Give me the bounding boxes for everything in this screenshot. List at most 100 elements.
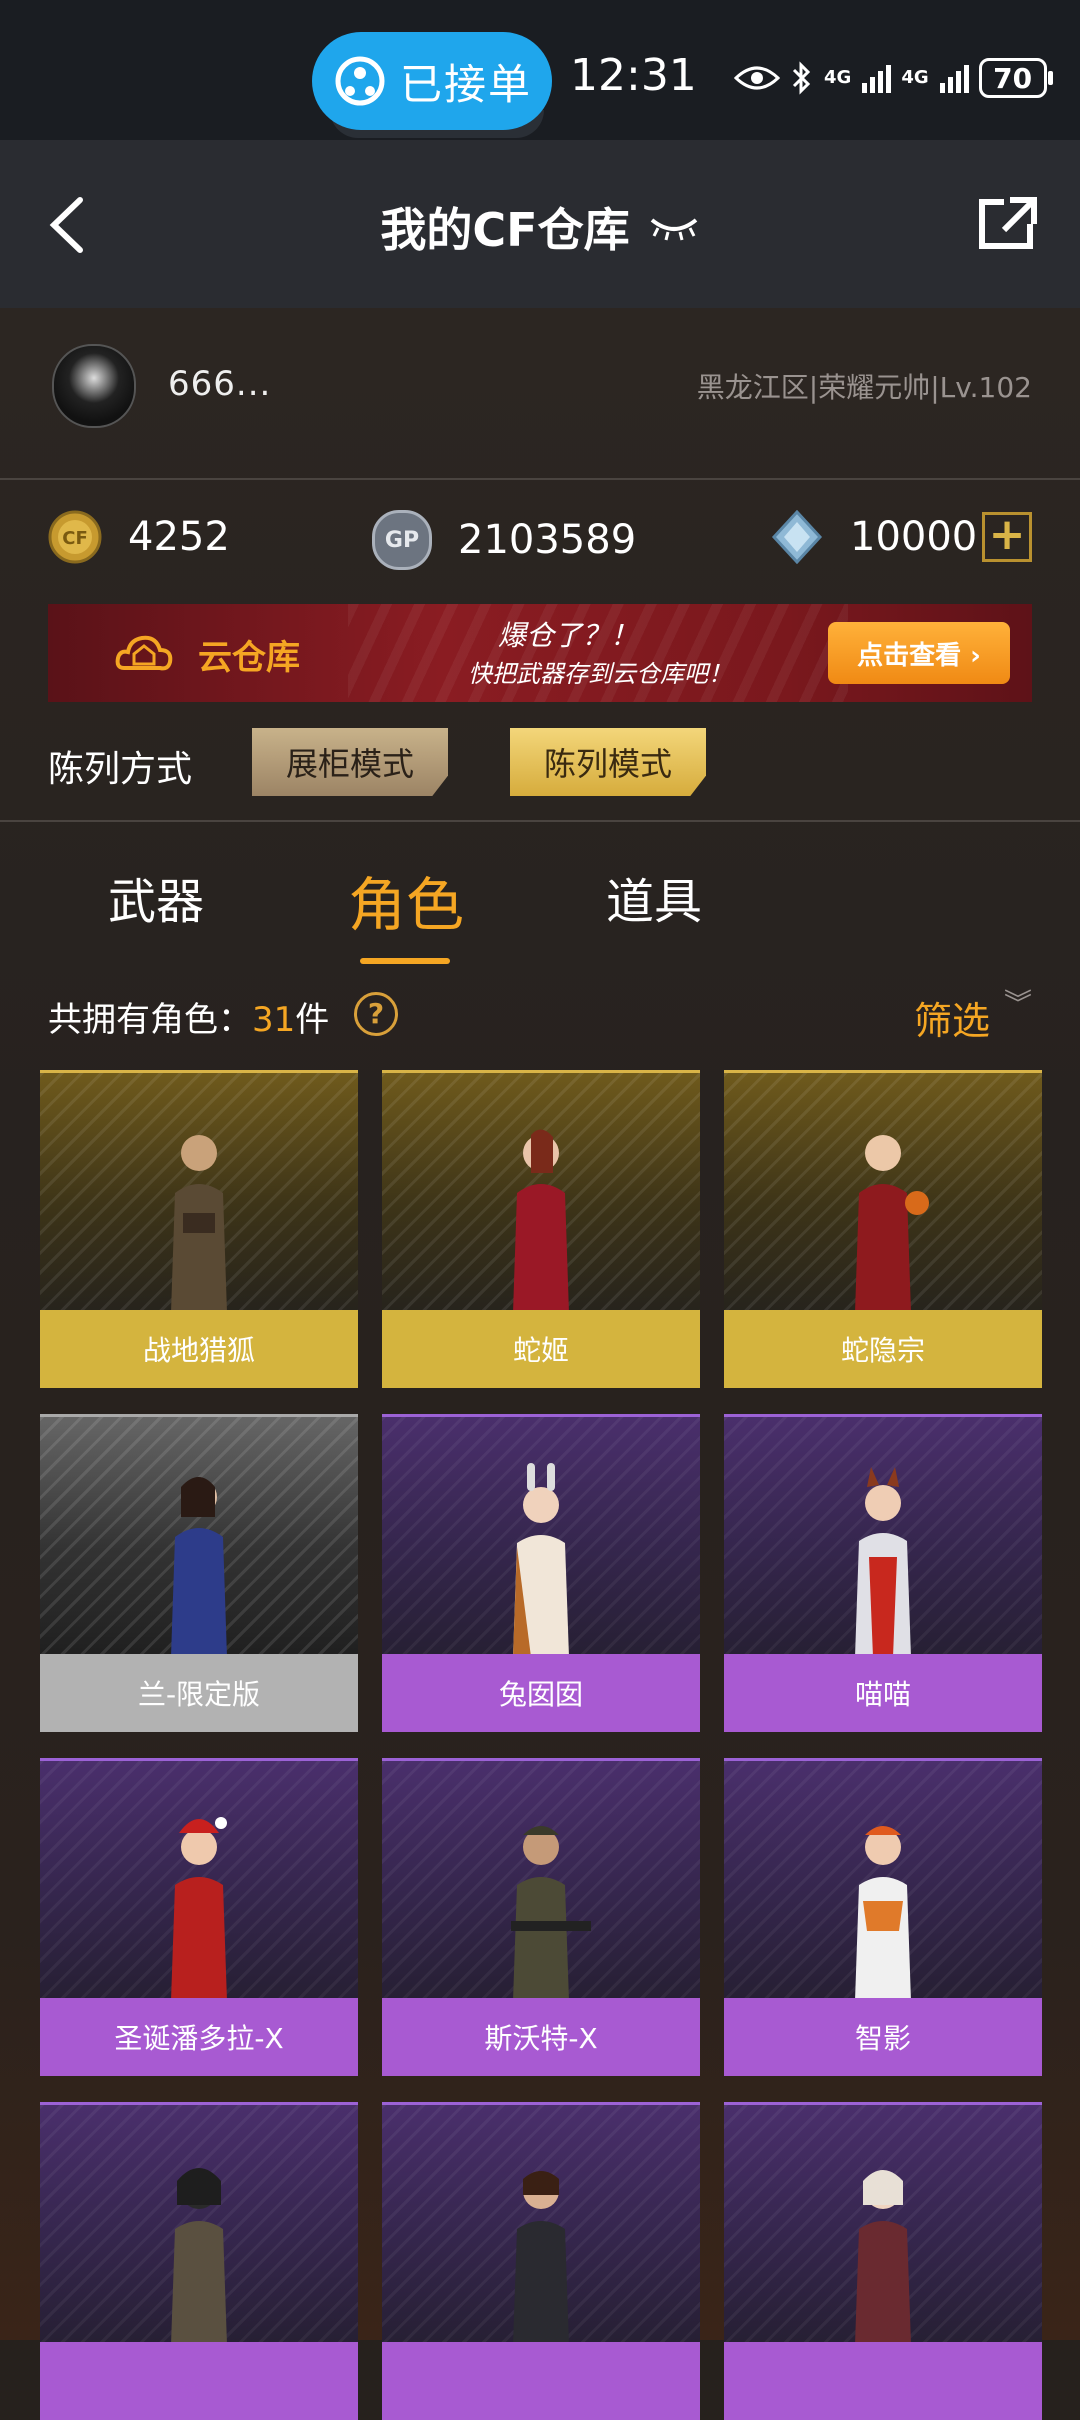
active-tab-indicator — [360, 958, 450, 964]
character-figure — [513, 1129, 569, 1313]
currency-row: CF 4252 GP 2103589 10000 + — [0, 480, 1080, 600]
status-bar: 已接单 12:31 4G 4G 70 — [0, 0, 1080, 140]
character-image — [382, 1070, 700, 1313]
cloud-storage-banner[interactable]: 云仓库 爆仓了？！ 快把武器存到云仓库吧！ 点击查看 › — [48, 604, 1032, 702]
character-image — [40, 1070, 358, 1313]
pill-text: 已接单 — [400, 59, 533, 109]
character-image — [724, 1414, 1042, 1657]
character-card[interactable] — [724, 2102, 1042, 2420]
character-figure — [855, 1467, 911, 1657]
character-card[interactable]: 智影 — [724, 1758, 1042, 2076]
user-name: 666... — [168, 364, 272, 404]
character-card[interactable]: 兰-限定版 — [40, 1414, 358, 1732]
character-card[interactable] — [40, 2102, 358, 2420]
character-card[interactable]: 圣诞潘多拉-X — [40, 1758, 358, 2076]
user-info-row: 666... 黑龙江区|荣耀元帅|Lv.102 — [0, 308, 1080, 480]
tab-weapons[interactable]: 武器 — [108, 862, 204, 932]
rider-icon — [335, 56, 385, 106]
battery-icon: 70 — [978, 58, 1053, 98]
character-card[interactable]: 喵喵 — [724, 1414, 1042, 1732]
showcase-mode-button[interactable]: 展柜模式 — [252, 728, 448, 796]
character-figure — [511, 1826, 591, 2001]
character-name: 圣诞潘多拉-X — [40, 1998, 358, 2076]
character-name: 蛇隐宗 — [724, 1310, 1042, 1388]
character-image — [724, 1070, 1042, 1313]
character-image — [724, 1758, 1042, 2001]
banner-headline: 爆仓了？！ — [498, 619, 639, 652]
character-name — [382, 2342, 700, 2420]
character-image — [40, 1414, 358, 1657]
eye-icon — [734, 66, 780, 90]
signal-4g-label: 4G — [824, 67, 852, 88]
bluetooth-icon — [792, 61, 811, 95]
character-name: 兔囡囡 — [382, 1654, 700, 1732]
banner-logo-text: 云仓库 — [198, 638, 300, 678]
character-figure — [855, 1826, 911, 2001]
character-name: 智影 — [724, 1998, 1042, 2076]
tab-roles[interactable]: 角色 — [348, 858, 464, 942]
title-group: 我的CF仓库 — [0, 194, 1080, 260]
character-image — [382, 1414, 700, 1657]
signal-4g-label-2: 4G — [901, 67, 929, 88]
role-count-row: 共拥有角色：31件 ? 筛选 ︾ — [0, 980, 1080, 1050]
role-count-number: 31 — [252, 1000, 296, 1040]
character-figure — [855, 1135, 929, 1313]
signal-bars-icon-2 — [939, 65, 969, 93]
svg-text:CF: CF — [62, 528, 88, 549]
character-card[interactable]: 斯沃特-X — [382, 1758, 700, 2076]
gp-value: 2103589 — [458, 517, 637, 563]
filter-button[interactable]: 筛选 — [914, 990, 990, 1045]
character-name: 蛇姬 — [382, 1310, 700, 1388]
diamond-icon — [771, 510, 823, 564]
diamond-balance: 10000 — [770, 510, 977, 564]
help-icon[interactable]: ? — [354, 992, 398, 1036]
clock: 12:31 — [570, 50, 697, 101]
character-name: 战地猎狐 — [40, 1310, 358, 1388]
character-figure — [513, 2171, 569, 2345]
cloud-house-icon — [115, 635, 173, 671]
character-name — [40, 2342, 358, 2420]
character-image — [40, 2102, 358, 2345]
character-figure — [171, 1135, 227, 1313]
character-card[interactable]: 蛇隐宗 — [724, 1070, 1042, 1388]
character-name — [724, 2342, 1042, 2420]
avatar[interactable] — [52, 344, 136, 428]
user-region-rank: 黑龙江区|荣耀元帅|Lv.102 — [696, 371, 1032, 404]
character-figure — [855, 2170, 911, 2345]
signal-bars-icon — [862, 65, 892, 93]
character-image — [724, 2102, 1042, 2345]
character-name: 斯沃特-X — [382, 1998, 700, 2076]
character-figure — [513, 1463, 569, 1657]
banner-subline: 快把武器存到云仓库吧！ — [468, 660, 732, 688]
diamond-value: 10000 — [850, 514, 978, 560]
gp-coin-icon: GP — [372, 510, 432, 570]
order-accepted-pill[interactable]: 已接单 — [312, 32, 552, 130]
character-figure — [171, 1477, 227, 1657]
display-list-mode-button[interactable]: 陈列模式 — [510, 728, 706, 796]
character-card[interactable]: 蛇姬 — [382, 1070, 700, 1388]
character-image — [382, 2102, 700, 2345]
cf-coin-balance: CF 4252 — [48, 510, 230, 564]
display-mode-row: 陈列方式 展柜模式 陈列模式 — [0, 720, 1080, 822]
tab-items[interactable]: 道具 — [606, 862, 702, 932]
character-card[interactable]: 战地猎狐 — [40, 1070, 358, 1388]
category-tabs: 武器 角色 道具 — [0, 838, 1080, 978]
role-count-unit: 件 — [295, 1000, 330, 1040]
eye-closed-icon[interactable] — [648, 212, 700, 242]
share-external-icon[interactable] — [976, 194, 1040, 254]
character-image — [40, 1758, 358, 2001]
character-name: 兰-限定版 — [40, 1654, 358, 1732]
role-count-prefix: 共拥有角色： — [48, 1000, 252, 1040]
gp-balance: GP 2103589 — [372, 510, 636, 570]
character-figure — [171, 2168, 227, 2345]
character-card[interactable] — [382, 2102, 700, 2420]
character-card[interactable]: 兔囡囡 — [382, 1414, 700, 1732]
display-mode-label: 陈列方式 — [48, 749, 193, 790]
add-currency-button[interactable]: + — [982, 512, 1032, 562]
top-nav-bar: 我的CF仓库 — [0, 140, 1080, 308]
character-figure — [171, 1817, 227, 2001]
role-count-text: 共拥有角色：31件 — [48, 992, 329, 1041]
character-name: 喵喵 — [724, 1654, 1042, 1732]
page-title: 我的CF仓库 — [380, 203, 630, 257]
view-now-button[interactable]: 点击查看 › — [828, 622, 1010, 684]
